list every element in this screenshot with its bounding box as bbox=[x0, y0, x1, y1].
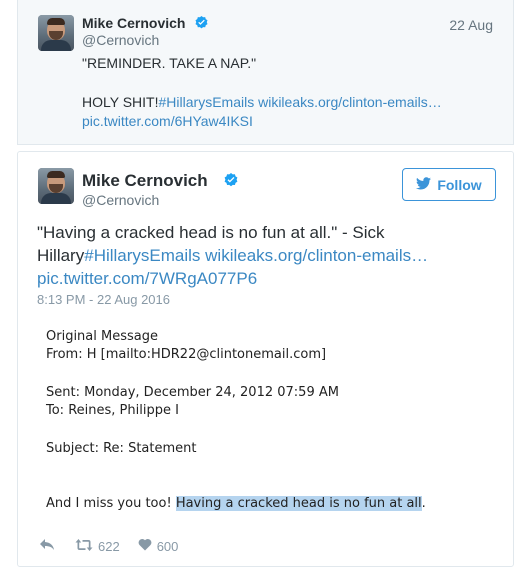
parent-pic-link-row: pic.twitter.com/6HYaw4IKSI bbox=[82, 113, 253, 129]
retweet-icon bbox=[75, 538, 93, 555]
email-line-original: Original Message bbox=[46, 329, 158, 344]
email-line-body: And I miss you too! Having a cracked hea… bbox=[46, 496, 426, 511]
retweet-count: 622 bbox=[98, 538, 120, 554]
heart-icon bbox=[138, 538, 152, 554]
parent-text-plain: HOLY SHIT! bbox=[82, 94, 159, 110]
pic-link[interactable]: pic.twitter.com/7WRgA077P6 bbox=[37, 269, 257, 288]
attached-email-image[interactable]: Original Message From: H [mailto:HDR22@c… bbox=[37, 320, 497, 525]
tweet-text-line1: "Having a cracked head is no fun at all.… bbox=[37, 223, 385, 242]
parent-author-handle[interactable]: @Cernovich bbox=[82, 32, 159, 48]
email-line-subject: Subject: Re: Statement bbox=[46, 441, 197, 456]
pic-link[interactable]: pic.twitter.com/6HYaw4IKSI bbox=[82, 113, 253, 129]
email-body-end: . bbox=[421, 496, 426, 511]
follow-button[interactable]: Follow bbox=[402, 168, 496, 201]
verified-badge-icon bbox=[223, 172, 239, 193]
author-name[interactable]: Mike Cernovich bbox=[82, 171, 208, 191]
tweet-text-line3: pic.twitter.com/7WRgA077P6 bbox=[37, 267, 507, 290]
follow-label: Follow bbox=[437, 176, 482, 193]
parent-tweet-date[interactable]: 22 Aug bbox=[449, 17, 493, 33]
tweet-text-plain: Hillary bbox=[37, 246, 85, 265]
hashtag-link[interactable]: #HillarysEmails bbox=[84, 246, 200, 265]
reply-icon bbox=[39, 538, 55, 555]
like-button[interactable]: 600 bbox=[138, 538, 179, 554]
email-line-to: To: Reines, Philippe I bbox=[46, 403, 179, 418]
tweet-timestamp[interactable]: 8:13 PM - 22 Aug 2016 bbox=[37, 292, 170, 307]
parent-author-name[interactable]: Mike Cernovich bbox=[82, 15, 185, 31]
email-line-sent: Sent: Monday, December 24, 2012 07:59 AM bbox=[46, 385, 339, 400]
email-body-plain: And I miss you too! bbox=[46, 496, 176, 511]
tweet-text: "Having a cracked head is no fun at all.… bbox=[37, 221, 507, 290]
main-tweet: Mike Cernovich @Cernovich Follow "Having… bbox=[17, 151, 514, 567]
wikileaks-link[interactable]: wikileaks.org/clinton-emails… bbox=[205, 246, 428, 265]
verified-badge-icon bbox=[194, 15, 209, 35]
tweet-text-line2: Hillary#HillarysEmails wikileaks.org/cli… bbox=[37, 244, 507, 267]
retweet-button[interactable]: 622 bbox=[75, 538, 120, 555]
parent-tweet-text: "REMINDER. TAKE A NAP." bbox=[82, 55, 257, 71]
email-line-from: From: H [mailto:HDR22@clintonemail.com] bbox=[46, 347, 327, 362]
avatar[interactable] bbox=[38, 168, 74, 204]
parent-tweet-text-line2: HOLY SHIT!#HillarysEmails wikileaks.org/… bbox=[82, 94, 442, 110]
author-handle[interactable]: @Cernovich bbox=[82, 192, 159, 208]
avatar[interactable] bbox=[38, 15, 74, 51]
like-count: 600 bbox=[156, 538, 179, 554]
parent-tweet[interactable]: Mike Cernovich @Cernovich 22 Aug "REMIND… bbox=[17, 0, 514, 145]
wikileaks-link[interactable]: wikileaks.org/clinton-emails… bbox=[258, 94, 442, 110]
hashtag-link[interactable]: #HillarysEmails bbox=[159, 94, 255, 110]
tweet-actions: 622 600 bbox=[39, 536, 178, 556]
reply-button[interactable] bbox=[39, 538, 55, 555]
twitter-bird-icon bbox=[416, 176, 432, 193]
email-body-highlight: Having a cracked head is no fun at all bbox=[175, 496, 422, 511]
